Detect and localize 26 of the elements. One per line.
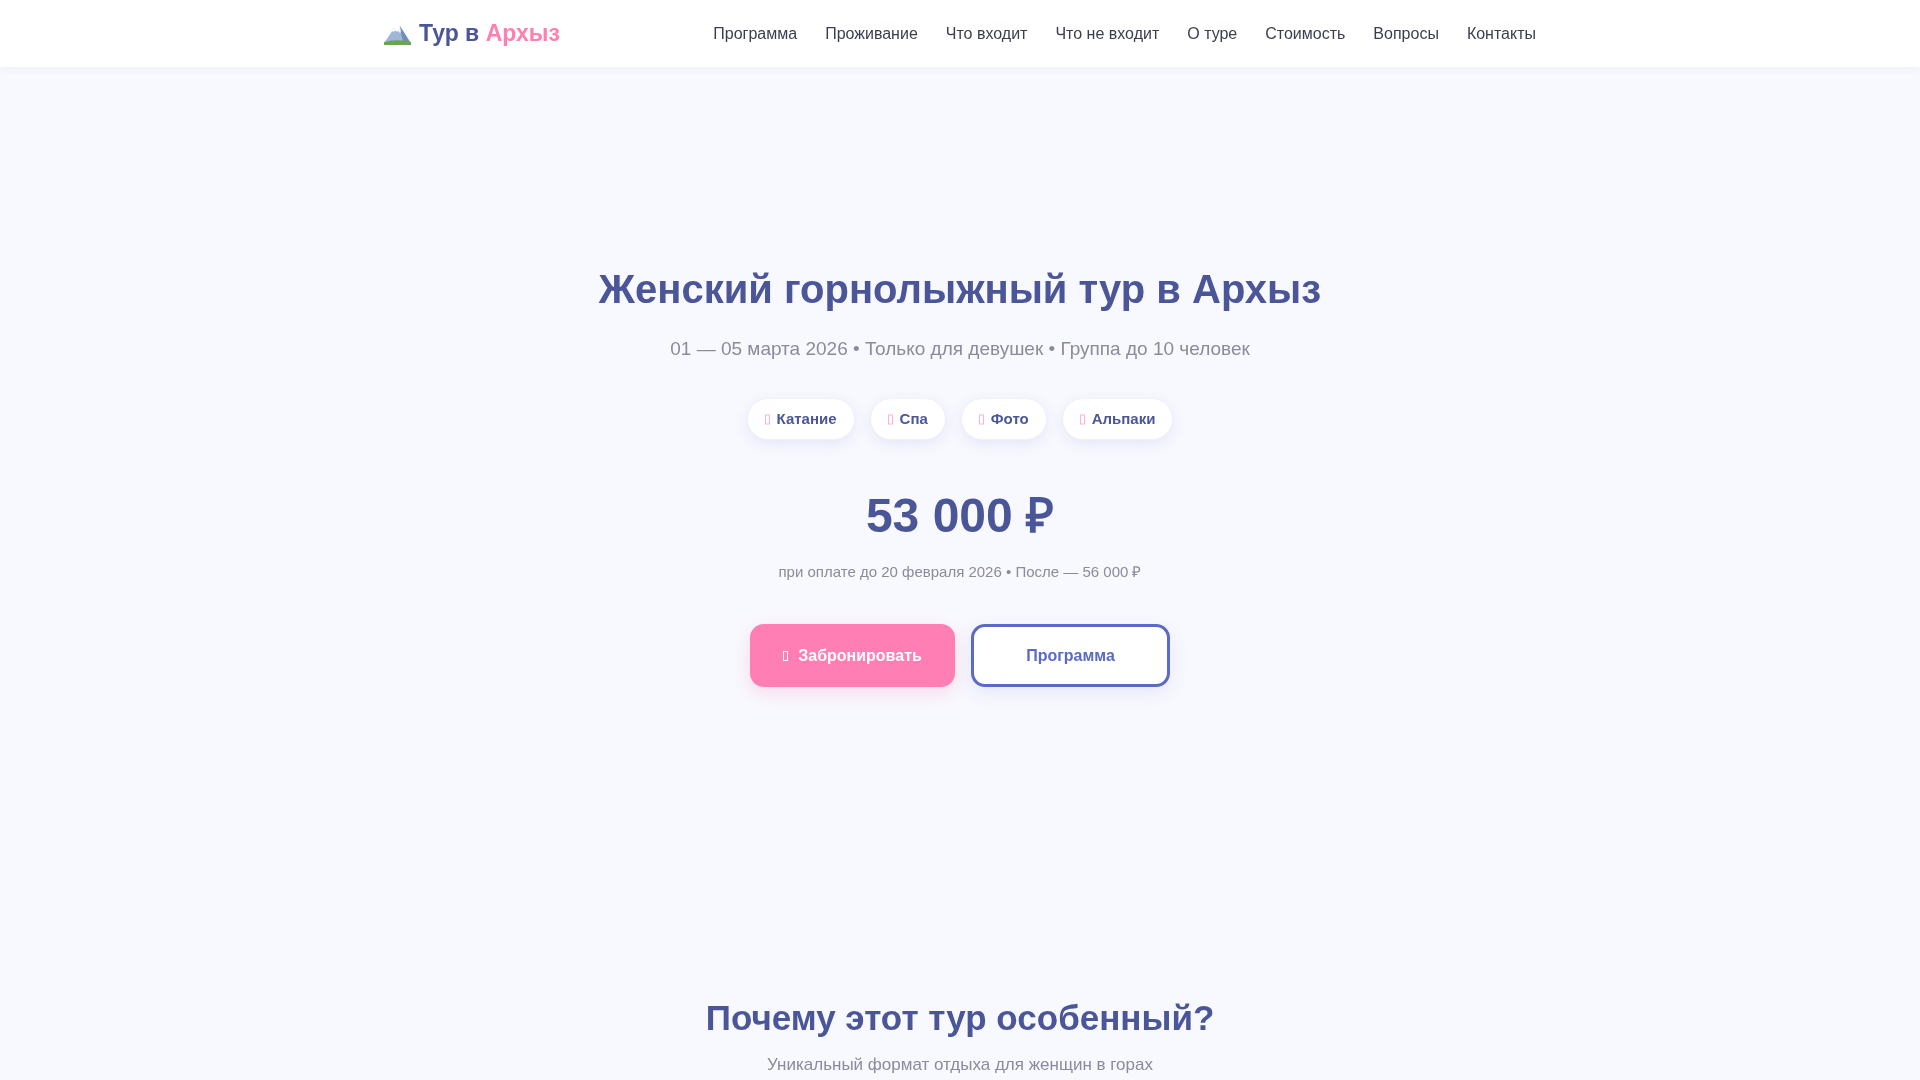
box-glyph-icon (887, 413, 893, 425)
tag-label: Альпаки (1091, 408, 1156, 429)
nav-link[interactable]: Контакты (1466, 21, 1536, 46)
box-glyph-icon (764, 413, 770, 425)
tag-label: Катание (776, 408, 837, 429)
tag-label: Фото (990, 408, 1029, 429)
nav-link[interactable]: Программа (713, 21, 798, 46)
price-note: при оплате до 20 февраля 2026 • После — 56 000 ₽ (778, 562, 1142, 582)
nav-link[interactable]: Проживание (825, 21, 918, 46)
nav-link[interactable]: О туре (1187, 21, 1238, 46)
hero-subtitle: 01 — 05 марта 2026 • Только для девушек • Группа до 10 человек (670, 337, 1250, 361)
hero-title: Женский горнолыжный тур в Архыз (598, 266, 1322, 313)
section-subtitle: Уникальный формат отдыха для женщин в горах (767, 1055, 1153, 1075)
nav-link[interactable]: Что входит (945, 21, 1028, 46)
program-button[interactable]: Программа (971, 624, 1170, 687)
nav-link[interactable]: Стоимость (1265, 21, 1346, 46)
box-glyph-icon (978, 413, 984, 425)
price-text: 53 000 ₽ (865, 488, 1055, 544)
nav-link[interactable]: Что не входит (1055, 21, 1160, 46)
tag-label: Спа (899, 408, 928, 429)
section-title: Почему этот тур особенный? (705, 997, 1215, 1039)
box-glyph-icon (783, 649, 789, 662)
logo-link[interactable]: Тур в Архыз (384, 16, 560, 51)
logo-text: Тур в Архыз (419, 19, 560, 49)
nav-link[interactable]: Вопросы (1373, 21, 1439, 46)
box-glyph-icon (1079, 413, 1085, 425)
